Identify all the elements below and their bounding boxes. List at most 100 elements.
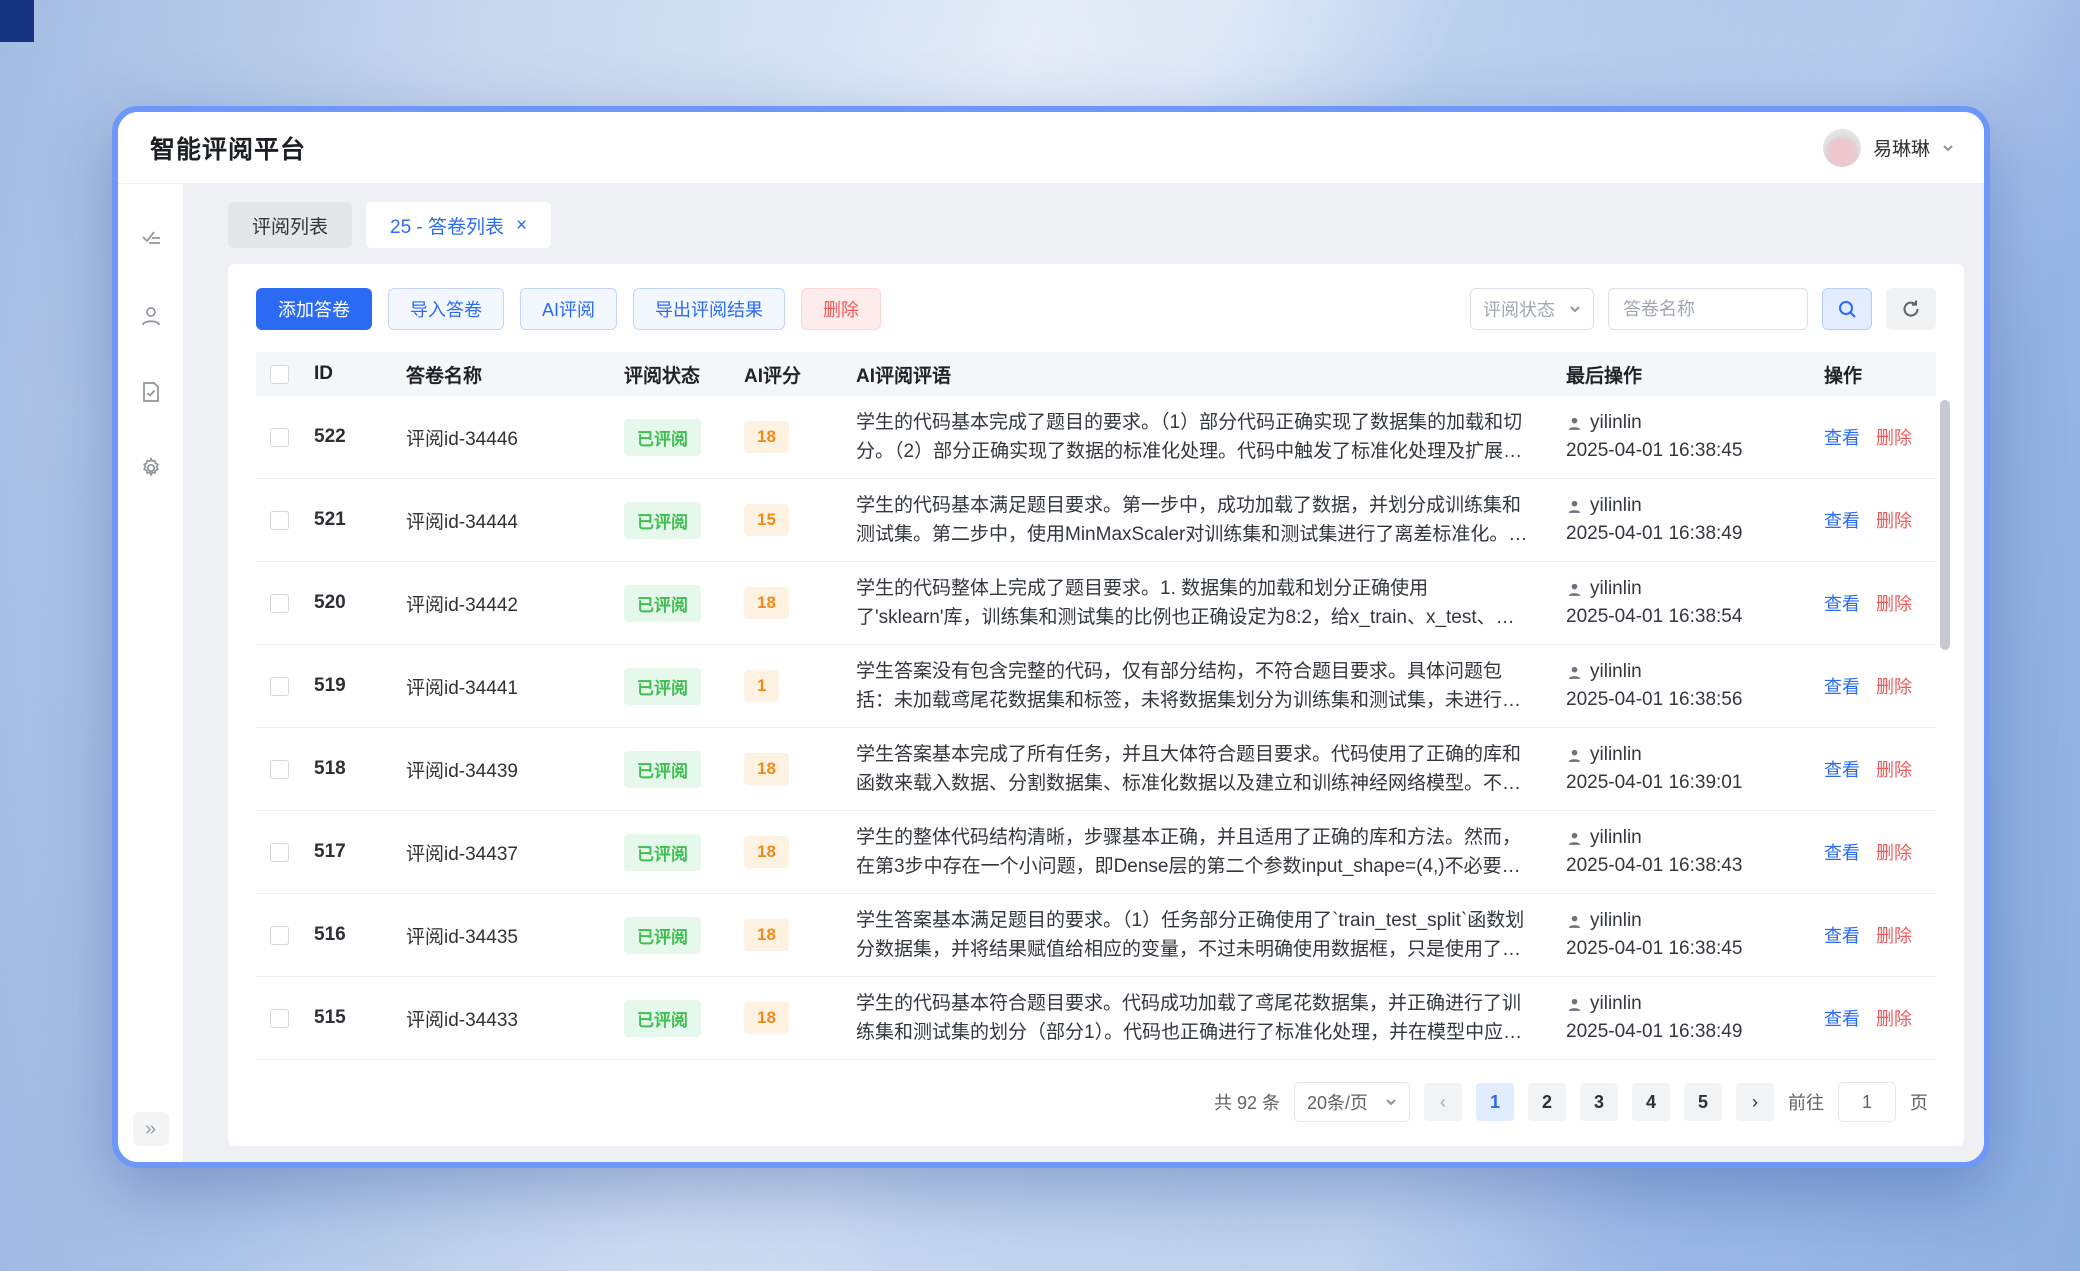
- status-select[interactable]: 评阅状态: [1470, 288, 1594, 330]
- table-header-row: ID 答卷名称 评阅状态 AI评分 AI评阅评语 最后操作 操作: [256, 352, 1936, 396]
- cell-time: 2025-04-01 16:38:56: [1566, 689, 1812, 711]
- status-badge: 已评阅: [624, 751, 701, 788]
- delete-link[interactable]: 删除: [1876, 677, 1912, 697]
- goto-page-input[interactable]: [1838, 1082, 1896, 1122]
- status-badge: 已评阅: [624, 419, 701, 456]
- view-link[interactable]: 查看: [1824, 760, 1860, 780]
- cell-name: 评阅id-34435: [400, 894, 618, 977]
- row-checkbox[interactable]: [270, 677, 289, 696]
- search-button[interactable]: [1822, 288, 1872, 330]
- page-size-select[interactable]: 20条/页: [1294, 1082, 1410, 1122]
- view-link[interactable]: 查看: [1824, 511, 1860, 531]
- scrollbar-thumb[interactable]: [1940, 400, 1950, 650]
- table-row: 520 评阅id-34442 已评阅 18 学生的代码整体上完成了题目要求。1.…: [256, 562, 1936, 645]
- delete-link[interactable]: 删除: [1876, 926, 1912, 946]
- export-results-button[interactable]: 导出评阅结果: [633, 288, 785, 330]
- search-icon: [1837, 299, 1857, 319]
- user-menu[interactable]: 易琳琳: [1823, 129, 1954, 167]
- row-checkbox[interactable]: [270, 843, 289, 862]
- person-icon: [1566, 581, 1583, 598]
- table-row: 519 评阅id-34441 已评阅 1 学生答案没有包含完整的代码，仅有部分结…: [256, 645, 1936, 728]
- cell-comment: 学生的整体代码结构清晰，步骤基本正确，并且适用了正确的库和方法。然而，在第3步中…: [856, 823, 1554, 881]
- prev-page-button[interactable]: ‹: [1424, 1083, 1462, 1121]
- cell-comment: 学生答案基本满足题目的要求。（1）任务部分正确使用了`train_test_sp…: [856, 906, 1554, 964]
- app-window: 智能评阅平台 易琳琳 »: [112, 106, 1990, 1168]
- page-button-4[interactable]: 4: [1632, 1083, 1670, 1121]
- cell-time: 2025-04-01 16:38:49: [1566, 1021, 1812, 1043]
- refresh-icon: [1901, 299, 1921, 319]
- cell-operator: yilinlin: [1590, 495, 1642, 517]
- table-scrollbar[interactable]: [1940, 398, 1950, 1062]
- score-badge: 18: [744, 836, 789, 868]
- status-badge: 已评阅: [624, 834, 701, 871]
- cell-operator: yilinlin: [1590, 744, 1642, 766]
- app-title: 智能评阅平台: [150, 130, 306, 166]
- close-icon[interactable]: ×: [516, 216, 527, 235]
- cell-time: 2025-04-01 16:38:43: [1566, 855, 1812, 877]
- import-answer-button[interactable]: 导入答卷: [388, 288, 504, 330]
- page-button-2[interactable]: 2: [1528, 1083, 1566, 1121]
- row-checkbox[interactable]: [270, 594, 289, 613]
- view-link[interactable]: 查看: [1824, 594, 1860, 614]
- add-answer-button[interactable]: 添加答卷: [256, 288, 372, 330]
- view-link[interactable]: 查看: [1824, 428, 1860, 448]
- view-link[interactable]: 查看: [1824, 677, 1860, 697]
- tab-review-list[interactable]: 评阅列表: [228, 202, 352, 248]
- document-check-icon[interactable]: [139, 380, 163, 404]
- review-list-icon[interactable]: [139, 228, 163, 252]
- delete-link[interactable]: 删除: [1876, 760, 1912, 780]
- status-select-placeholder: 评阅状态: [1483, 296, 1555, 322]
- status-badge: 已评阅: [624, 917, 701, 954]
- row-checkbox[interactable]: [270, 511, 289, 530]
- tab-label: 25 - 答卷列表: [390, 212, 504, 239]
- delete-link[interactable]: 删除: [1876, 843, 1912, 863]
- cell-time: 2025-04-01 16:38:45: [1566, 938, 1812, 960]
- main-area: 评阅列表 25 - 答卷列表 × 添加答卷 导入答卷 AI评阅 导出评阅结果 删…: [184, 184, 1984, 1162]
- toolbar: 添加答卷 导入答卷 AI评阅 导出评阅结果 删除 评阅状态: [256, 288, 1936, 330]
- delete-link[interactable]: 删除: [1876, 511, 1912, 531]
- cell-name: 评阅id-34442: [400, 562, 618, 645]
- select-all-checkbox[interactable]: [270, 365, 289, 384]
- table-row: 515 评阅id-34433 已评阅 18 学生的代码基本符合题目要求。代码成功…: [256, 977, 1936, 1060]
- chevron-down-icon: [1942, 142, 1954, 154]
- chevron-down-icon: [1385, 1096, 1397, 1108]
- next-page-button[interactable]: ›: [1736, 1083, 1774, 1121]
- app-header: 智能评阅平台 易琳琳: [118, 112, 1984, 184]
- user-icon[interactable]: [139, 304, 163, 328]
- score-badge: 18: [744, 421, 789, 453]
- ai-review-button[interactable]: AI评阅: [520, 288, 617, 330]
- delete-button[interactable]: 删除: [801, 288, 881, 330]
- cell-operator: yilinlin: [1590, 412, 1642, 434]
- row-checkbox[interactable]: [270, 760, 289, 779]
- cell-operator: yilinlin: [1590, 827, 1642, 849]
- row-checkbox[interactable]: [270, 428, 289, 447]
- user-name: 易琳琳: [1873, 134, 1930, 161]
- cell-operator: yilinlin: [1590, 910, 1642, 932]
- delete-link[interactable]: 删除: [1876, 428, 1912, 448]
- cell-comment: 学生的代码整体上完成了题目要求。1. 数据集的加载和划分正确使用了'sklear…: [856, 574, 1554, 632]
- page-button-5[interactable]: 5: [1684, 1083, 1722, 1121]
- person-icon: [1566, 415, 1583, 432]
- tab-answer-list[interactable]: 25 - 答卷列表 ×: [366, 202, 551, 248]
- sidebar-expand-button[interactable]: »: [133, 1112, 169, 1146]
- view-link[interactable]: 查看: [1824, 843, 1860, 863]
- page-button-3[interactable]: 3: [1580, 1083, 1618, 1121]
- table-row: 517 评阅id-34437 已评阅 18 学生的整体代码结构清晰，步骤基本正确…: [256, 811, 1936, 894]
- gear-icon[interactable]: [139, 456, 163, 480]
- row-checkbox[interactable]: [270, 1009, 289, 1028]
- page-button-1[interactable]: 1: [1476, 1083, 1514, 1121]
- cell-name: 评阅id-34437: [400, 811, 618, 894]
- header-last-op: 最后操作: [1560, 352, 1818, 396]
- status-badge: 已评阅: [624, 1000, 701, 1037]
- view-link[interactable]: 查看: [1824, 926, 1860, 946]
- delete-link[interactable]: 删除: [1876, 1009, 1912, 1029]
- refresh-button[interactable]: [1886, 288, 1936, 330]
- cell-time: 2025-04-01 16:39:01: [1566, 772, 1812, 794]
- row-checkbox[interactable]: [270, 926, 289, 945]
- cell-operator: yilinlin: [1590, 661, 1642, 683]
- cell-time: 2025-04-01 16:38:45: [1566, 440, 1812, 462]
- answer-name-input[interactable]: [1608, 288, 1808, 330]
- delete-link[interactable]: 删除: [1876, 594, 1912, 614]
- tab-bar: 评阅列表 25 - 答卷列表 ×: [228, 202, 1964, 248]
- view-link[interactable]: 查看: [1824, 1009, 1860, 1029]
